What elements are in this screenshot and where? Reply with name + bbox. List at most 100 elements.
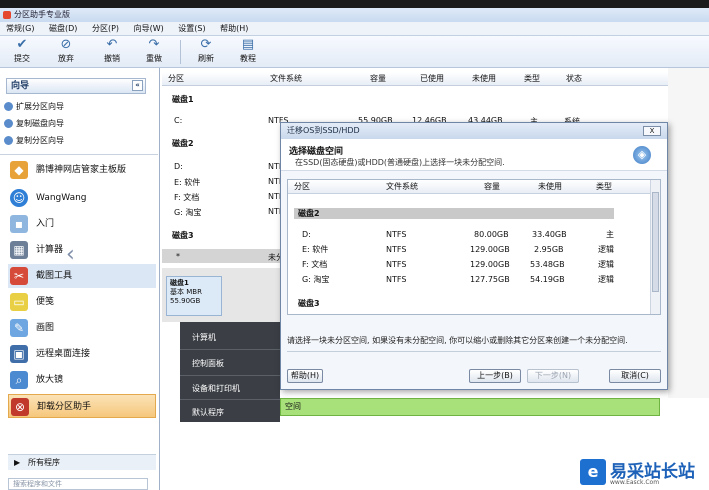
col-status[interactable]: 状态 <box>566 72 582 86</box>
col-filesystem[interactable]: 文件系统 <box>270 72 302 86</box>
control-item-computer[interactable]: 计算机 <box>192 332 216 343</box>
wizard-item-label: 复制分区向导 <box>16 136 64 145</box>
wizard-item-extend[interactable]: 扩展分区向导 <box>4 101 64 113</box>
discard-label: 放弃 <box>58 54 74 63</box>
start-item-remote-desktop[interactable]: ▣ 远程桌面连接 <box>8 342 156 366</box>
cell-type: 逻辑 <box>598 245 614 254</box>
cell-partition: G: 淘宝 <box>174 208 202 217</box>
start-item-wangwang[interactable]: ☺ WangWang <box>8 186 156 210</box>
table-row[interactable]: E: 软件 NTFS 129.00GB 2.95GB 逻辑 <box>288 243 648 257</box>
cell-partition: E: 软件 <box>174 178 201 187</box>
tutorial-button[interactable]: ▤ 教程 <box>234 38 262 64</box>
start-item-uninstall[interactable]: ⊗ 卸载分区助手 <box>8 394 156 418</box>
control-item-default-programs[interactable]: 默认程序 <box>192 407 224 418</box>
close-button[interactable]: X <box>643 126 661 136</box>
table-row[interactable]: C: <box>174 116 182 125</box>
start-item-label: 卸载分区助手 <box>37 402 92 412</box>
discard-button[interactable]: ⊘ 放弃 <box>52 38 80 64</box>
menu-wizard[interactable]: 向导(W) <box>134 22 164 36</box>
wizard-item-copy-disk[interactable]: 复制磁盘向导 <box>4 118 64 130</box>
table-row[interactable]: G: 淘宝 NTFS 127.75GB 54.19GB 逻辑 <box>288 273 648 287</box>
disk1-group-label: 磁盘1 <box>172 95 194 104</box>
col-capacity[interactable]: 容量 <box>484 180 500 194</box>
divider <box>180 349 280 350</box>
tutorial-icon: ▤ <box>241 37 255 52</box>
window-top-edge <box>0 0 709 8</box>
menu-disk[interactable]: 磁盘(D) <box>49 22 77 36</box>
watermark-logo: e <box>580 459 606 485</box>
title-bar: 分区助手专业版 <box>0 8 709 22</box>
col-free[interactable]: 未使用 <box>538 180 562 194</box>
redo-button[interactable]: ↷ 重做 <box>140 38 168 64</box>
dialog-note: 请选择一块未分区空间, 如果没有未分配空间, 你可以缩小或删除其它分区来创建一个… <box>287 336 628 345</box>
control-item-control-panel[interactable]: 控制面板 <box>192 358 224 369</box>
cell-capacity: 129.00GB <box>470 245 510 254</box>
cell-partition: * <box>176 252 180 261</box>
start-item-getting-started[interactable]: ▪ 入门 <box>8 212 156 236</box>
migrate-os-dialog: 迁移OS到SSD/HDD X 选择磁盘空间 在SSD(固态硬盘)或HDD(普通硬… <box>280 122 668 390</box>
start-item-paint[interactable]: ✎ 画图 <box>8 316 156 340</box>
col-partition[interactable]: 分区 <box>168 72 184 86</box>
start-item-snipping-tool[interactable]: ✂ 截图工具 <box>8 264 156 288</box>
next-button[interactable]: 下一步(N) <box>527 369 579 383</box>
menu-settings[interactable]: 设置(S) <box>178 22 205 36</box>
start-item-sticky-notes[interactable]: ▭ 便笺 <box>8 290 156 314</box>
disk-map-size: 55.90GB <box>170 297 201 305</box>
col-type[interactable]: 类型 <box>524 72 540 86</box>
col-free[interactable]: 未使用 <box>472 72 496 86</box>
magnifier-icon: ⌕ <box>10 371 28 389</box>
vertical-scrollbar[interactable] <box>650 180 660 314</box>
tutorial-label: 教程 <box>240 54 256 63</box>
menu-bar: 常规(G) 磁盘(D) 分区(P) 向导(W) 设置(S) 帮助(H) <box>0 22 709 36</box>
all-programs-button[interactable]: ▶ 所有程序 <box>8 454 156 470</box>
col-capacity[interactable]: 容量 <box>370 72 386 86</box>
start-item-magnifier[interactable]: ⌕ 放大镜 <box>8 368 156 392</box>
table-row[interactable]: D: NTFS 80.00GB 33.40GB 主 <box>288 228 648 242</box>
undo-button[interactable]: ↶ 撤销 <box>98 38 126 64</box>
menu-general[interactable]: 常规(G) <box>6 22 34 36</box>
scrollbar-thumb[interactable] <box>652 192 659 292</box>
cancel-button[interactable]: 取消(C) <box>609 369 661 383</box>
right-strip <box>668 68 709 398</box>
start-item-calculator[interactable]: ▦ 计算器 <box>8 238 156 262</box>
divider <box>287 351 661 352</box>
chevron-left-icon[interactable]: ‹ <box>66 242 75 267</box>
wangwang-icon: ☺ <box>10 189 28 207</box>
start-item-label: 放大镜 <box>36 375 64 385</box>
scissors-icon: ✂ <box>10 267 28 285</box>
col-used[interactable]: 已使用 <box>420 72 444 86</box>
dialog-heading: 选择磁盘空间 <box>289 147 344 157</box>
start-item-pinned[interactable]: ◆ 鹏博神网店管家主板版 <box>8 158 156 182</box>
start-search-input[interactable]: 搜索程序和文件 <box>8 478 148 490</box>
menu-partition[interactable]: 分区(P) <box>92 22 119 36</box>
start-item-label: 入门 <box>36 219 55 229</box>
cell-type: 逻辑 <box>598 275 614 284</box>
col-filesystem[interactable]: 文件系统 <box>386 180 418 194</box>
refresh-button[interactable]: ⟳ 刷新 <box>192 38 220 64</box>
disk-map-disk1[interactable]: 磁盘1 基本 MBR 55.90GB <box>166 276 222 316</box>
col-type[interactable]: 类型 <box>596 180 612 194</box>
prev-button[interactable]: 上一步(B) <box>469 369 521 383</box>
all-programs-label: 所有程序 <box>28 458 60 467</box>
app-title: 分区助手专业版 <box>14 10 70 19</box>
wizard-panel-header[interactable]: 向导 « <box>6 78 146 94</box>
commit-button[interactable]: ✔ 提交 <box>8 38 36 64</box>
cell-partition: F: 文档 <box>302 260 328 269</box>
selected-row[interactable] <box>162 249 282 263</box>
watermark: e 易采站长站 www.Easck.Com <box>580 457 709 490</box>
unallocated-space-bar[interactable]: 空间 <box>280 398 660 416</box>
help-button[interactable]: 帮助(H) <box>287 369 323 383</box>
control-item-devices[interactable]: 设备和打印机 <box>192 383 240 394</box>
space-list[interactable]: 分区 文件系统 容量 未使用 类型 磁盘2 D: NTFS 80.00GB 33… <box>287 179 661 315</box>
dialog-title: 迁移OS到SSD/HDD <box>287 126 360 135</box>
wizard-item-copy-partition[interactable]: 复制分区向导 <box>4 135 64 147</box>
calculator-icon: ▦ <box>10 241 28 259</box>
table-row[interactable]: F: 文档 NTFS 129.00GB 53.48GB 逻辑 <box>288 258 648 272</box>
collapse-icon[interactable]: « <box>132 80 143 91</box>
col-partition[interactable]: 分区 <box>294 180 310 194</box>
undo-label: 撤销 <box>104 54 120 63</box>
undo-icon: ↶ <box>106 37 118 52</box>
cell-free: 2.95GB <box>534 245 564 254</box>
menu-help[interactable]: 帮助(H) <box>220 22 248 36</box>
cell-free: 54.19GB <box>530 275 565 284</box>
